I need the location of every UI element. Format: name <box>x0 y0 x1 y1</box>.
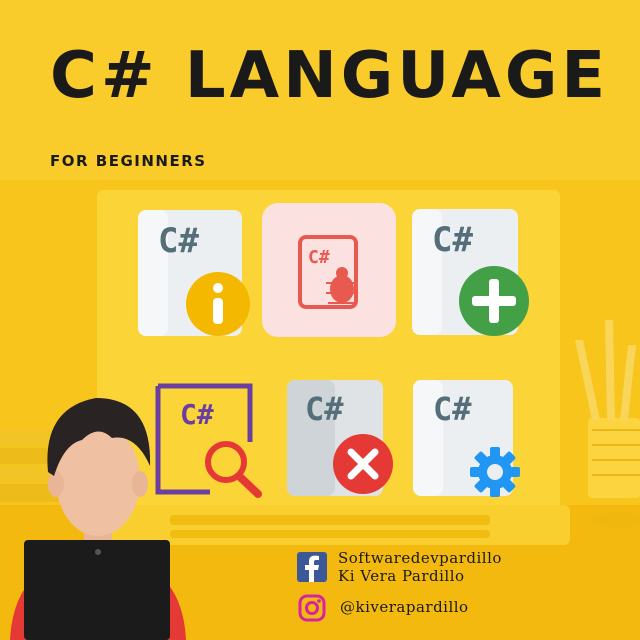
tile-label: C# <box>432 220 473 260</box>
poster-title: C# LANGUAGE <box>50 39 610 113</box>
tile-label: C# <box>158 221 199 261</box>
gear-icon <box>470 447 520 497</box>
developer-avatar <box>10 398 186 640</box>
csharp-add-icon: C# <box>412 209 529 336</box>
tile-label: C# <box>305 390 344 428</box>
csharp-delete-icon: C# <box>287 380 393 496</box>
csharp-info-icon: C# <box>138 210 250 336</box>
facebook-owner-name[interactable]: Ki Vera Pardillo <box>338 567 465 585</box>
tile-label: C# <box>433 390 472 428</box>
csharp-settings-icon: C# <box>413 380 520 497</box>
instagram-icon <box>298 594 326 622</box>
poster-subtitle: FOR BEGINNERS <box>50 152 207 170</box>
tile-label: C# <box>308 247 330 268</box>
facebook-page-name[interactable]: Softwaredevpardillo <box>338 549 502 567</box>
instagram-handle[interactable]: @kiverapardillo <box>340 598 469 616</box>
csharp-debug-icon: C# <box>262 203 396 337</box>
facebook-icon <box>297 552 327 582</box>
